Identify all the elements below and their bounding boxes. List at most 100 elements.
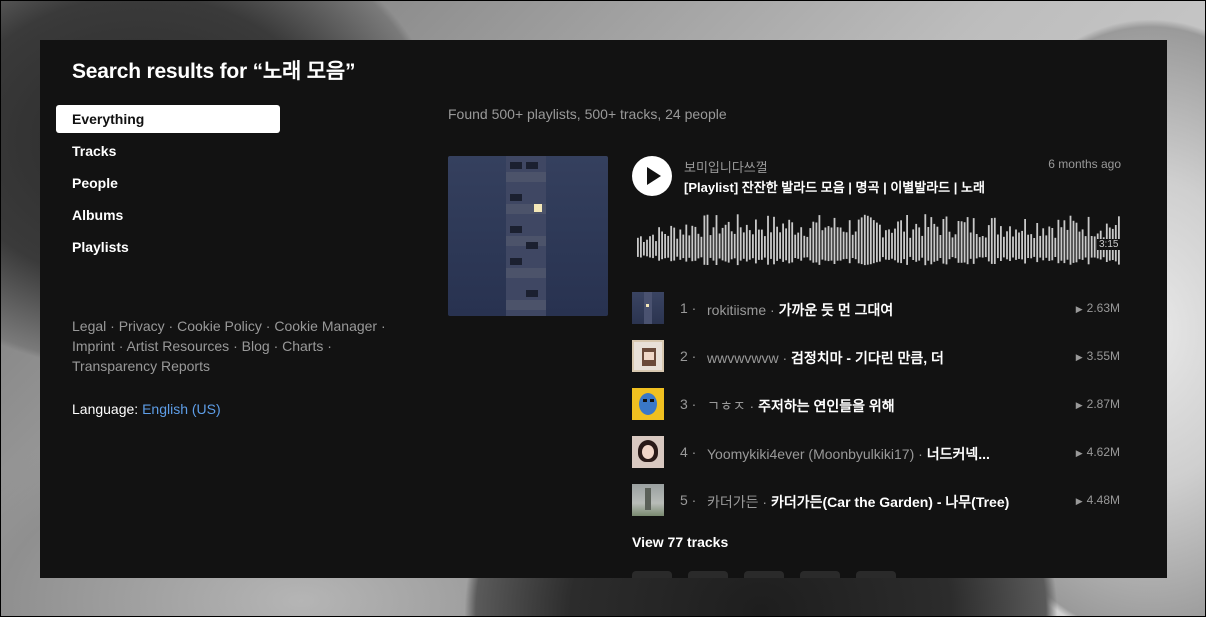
waveform-bar: [903, 231, 905, 260]
waveform-bar: [876, 222, 878, 263]
like-button[interactable]: [632, 571, 672, 578]
waveform[interactable]: [637, 212, 1121, 270]
waveform-bar: [782, 223, 784, 262]
waveform-bar: [742, 232, 745, 259]
track-artist[interactable]: rokitiisme: [707, 302, 766, 318]
track-artist[interactable]: ㄱㅎㅈ: [707, 398, 746, 414]
search-filter-nav: Everything Tracks People Albums Playlist…: [56, 105, 280, 265]
waveform-bar: [824, 227, 827, 261]
waveform-bar: [755, 219, 757, 264]
playlist-title[interactable]: [Playlist] 잔잔한 발라드 모음 | 명곡 | 이별발라드 | 노래: [684, 177, 985, 196]
waveform-bar: [1069, 215, 1072, 265]
waveform-bar: [1090, 236, 1093, 258]
waveform-bar: [857, 219, 860, 264]
waveform-bar: [797, 232, 800, 259]
play-button[interactable]: [632, 156, 672, 196]
track-title[interactable]: 너드커넥...: [927, 446, 990, 462]
play-count-icon: ▶: [1075, 304, 1083, 314]
waveform-bar: [637, 237, 639, 257]
waveform-bar: [715, 215, 718, 265]
footer-link-charts[interactable]: Charts: [282, 338, 323, 354]
track-artist[interactable]: wwvwvwvw: [707, 350, 779, 366]
waveform-bar: [706, 214, 709, 265]
share-button[interactable]: [744, 571, 784, 578]
footer-separator: ·: [168, 318, 174, 334]
waveform-bar: [848, 220, 851, 264]
footer-link-transparency-reports[interactable]: Transparency Reports: [72, 358, 210, 374]
footer-link-imprint[interactable]: Imprint: [72, 338, 115, 354]
waveform-bar: [670, 225, 673, 262]
waveform-bar: [1042, 228, 1045, 261]
waveform-bar: [1018, 232, 1020, 259]
language-link[interactable]: English (US): [142, 401, 221, 417]
track-thumbnail: [632, 388, 664, 420]
play-count-icon: ▶: [1075, 496, 1083, 506]
footer-link-cookie-manager[interactable]: Cookie Manager: [274, 318, 377, 334]
list-item[interactable]: 1 · rokitiisme · 가까운 듯 먼 그대여 ▶ 2.63M: [632, 292, 1122, 340]
footer-separator: ·: [273, 338, 279, 354]
waveform-bar: [688, 235, 691, 258]
playlist-artwork[interactable]: [448, 156, 608, 316]
waveform-bar: [761, 229, 763, 260]
playlist-uploader[interactable]: 보미입니다쓰껄: [684, 157, 768, 176]
waveform-bar: [909, 237, 912, 257]
waveform-bar: [930, 217, 933, 265]
track-title[interactable]: 카더가든(Car the Garden) - 나무(Tree): [771, 494, 1009, 510]
waveform-bar: [960, 221, 963, 263]
nav-playlists[interactable]: Playlists: [56, 233, 280, 261]
waveform-bar: [997, 234, 999, 259]
waveform-bar: [1081, 229, 1084, 260]
waveform-bar: [984, 237, 987, 258]
footer-link-cookie-policy[interactable]: Cookie Policy: [177, 318, 262, 334]
track-number: 2 ·: [680, 348, 697, 364]
waveform-bar: [1054, 237, 1057, 257]
waveform-bar: [1066, 229, 1069, 260]
waveform-bar: [752, 234, 754, 259]
waveform-bar: [1060, 227, 1063, 261]
waveform-bar: [978, 237, 981, 258]
waveform-bar: [845, 232, 848, 259]
waveform-bar: [921, 235, 924, 258]
track-title[interactable]: 주저하는 연인들을 위해: [758, 398, 895, 414]
waveform-bar: [1039, 235, 1042, 258]
list-item[interactable]: 2 · wwvwvwvw · 검정치마 - 기다린 만큼, 더 ▶ 3.55M: [632, 340, 1122, 388]
waveform-bar: [942, 219, 945, 264]
waveform-bar: [860, 217, 863, 265]
list-item[interactable]: 3 · ㄱㅎㅈ · 주저하는 연인들을 위해 ▶ 2.87M: [632, 388, 1122, 436]
track-title[interactable]: 검정치마 - 기다린 만큼, 더: [791, 350, 944, 366]
track-artist[interactable]: 카더가든: [707, 494, 759, 510]
nav-albums[interactable]: Albums: [56, 201, 280, 229]
footer-link-legal[interactable]: Legal: [72, 318, 106, 334]
footer-link-artist-resources[interactable]: Artist Resources: [126, 338, 229, 354]
nav-tracks[interactable]: Tracks: [56, 137, 280, 165]
nav-people[interactable]: People: [56, 169, 280, 197]
waveform-bar: [758, 229, 760, 260]
view-all-tracks-link[interactable]: View 77 tracks: [632, 534, 728, 550]
play-count-icon: ▶: [1075, 448, 1083, 458]
waveform-bar: [724, 224, 727, 262]
list-item[interactable]: 4 · Yoomykiki4ever (Moonbyulkiki17) · 너드…: [632, 436, 1122, 484]
repost-button[interactable]: [688, 571, 728, 578]
waveform-bar: [924, 214, 927, 266]
waveform-bar: [697, 233, 700, 259]
playlist-posted-time: 6 months ago: [1048, 157, 1121, 171]
nav-everything[interactable]: Everything: [56, 105, 280, 133]
footer-link-privacy[interactable]: Privacy: [119, 318, 165, 334]
waveform-bar: [727, 221, 730, 263]
footer-separator: ·: [118, 338, 124, 354]
waveform-bar: [673, 227, 676, 261]
waveform-bar: [776, 226, 778, 261]
waveform-bar: [1036, 223, 1039, 263]
track-title[interactable]: 가까운 듯 먼 그대여: [779, 302, 894, 318]
waveform-bar: [1075, 222, 1078, 263]
more-button[interactable]: [856, 571, 896, 578]
footer-separator: ·: [233, 338, 238, 354]
waveform-bar: [661, 231, 663, 260]
list-item[interactable]: 5 · 카더가든 · 카더가든(Car the Garden) - 나무(Tre…: [632, 484, 1122, 532]
track-artist[interactable]: Yoomykiki4ever (Moonbyulkiki17): [707, 446, 914, 462]
track-number: 1 ·: [680, 300, 697, 316]
waveform-bar: [1093, 236, 1096, 258]
footer-link-blog[interactable]: Blog: [242, 338, 270, 354]
copy-link-button[interactable]: [800, 571, 840, 578]
track-number: 4 ·: [680, 444, 697, 460]
